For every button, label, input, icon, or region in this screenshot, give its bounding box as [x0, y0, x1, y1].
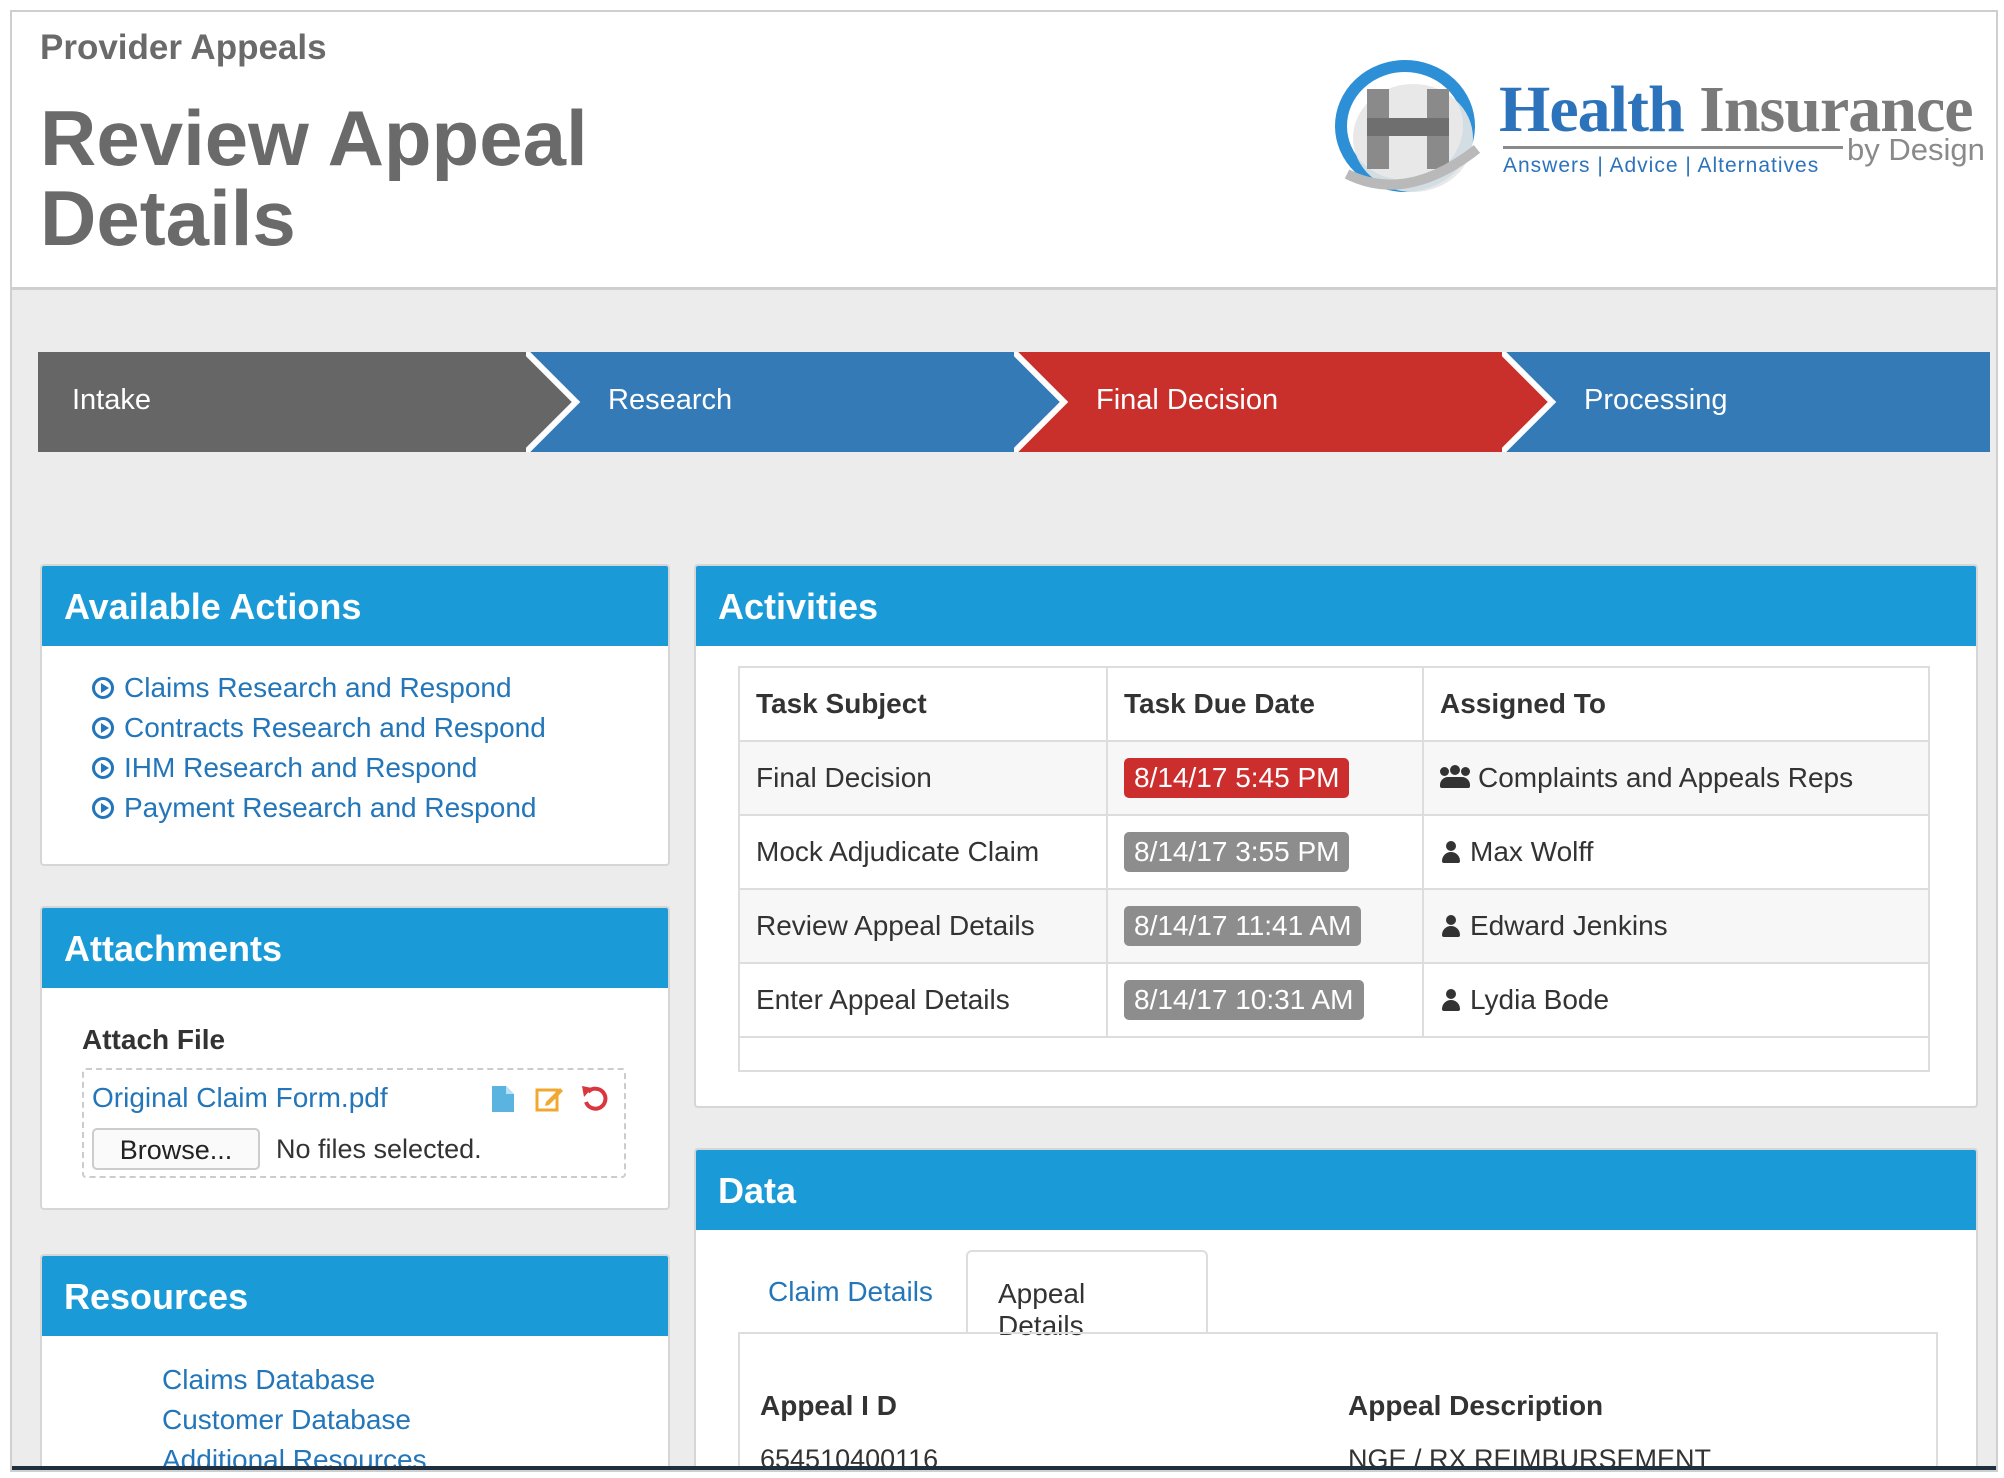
user-icon — [1440, 915, 1462, 937]
assigned-cell: Edward Jenkins — [1422, 888, 1930, 964]
play-circle-icon — [92, 677, 114, 699]
play-circle-icon — [92, 797, 114, 819]
step-shape-research — [526, 352, 1066, 452]
action-claims-research[interactable]: Claims Research and Respond — [92, 668, 546, 708]
column-header[interactable]: Task Subject — [738, 666, 1108, 742]
panel-title: Resources — [42, 1256, 668, 1336]
window-bottom-edge — [12, 1466, 1996, 1470]
attachments-panel: Attachments Attach File Original Claim F… — [40, 906, 670, 1210]
action-contracts-research[interactable]: Contracts Research and Respond — [92, 708, 546, 748]
step-processing[interactable]: Processing — [1502, 352, 1990, 452]
play-circle-icon — [92, 757, 114, 779]
attach-dropzone[interactable]: Original Claim Form.pdf Browse... No fil… — [82, 1068, 626, 1178]
resource-link-customer-database[interactable]: Customer Database — [162, 1400, 427, 1440]
due-date-badge: 8/14/17 10:31 AM — [1124, 980, 1364, 1020]
table-row[interactable]: Mock Adjudicate Claim 8/14/17 3:55 PM Ma… — [738, 814, 1930, 890]
browse-button[interactable]: Browse... — [92, 1128, 260, 1170]
assigned-cell: Lydia Bode — [1422, 962, 1930, 1038]
company-logo: Health Insurance by Design Answers | Adv… — [1327, 54, 1987, 204]
attach-file-label: Attach File — [82, 1024, 226, 1055]
page-title: Review Appeal Details — [40, 94, 588, 262]
task-due-cell: 8/14/17 3:55 PM — [1106, 814, 1424, 890]
assignee-name: Edward Jenkins — [1470, 910, 1668, 941]
edit-icon[interactable] — [534, 1084, 564, 1114]
assigned-cell: Complaints and Appeals Reps — [1422, 740, 1930, 816]
step-shape-final-decision — [1014, 352, 1554, 452]
undo-icon[interactable] — [580, 1084, 610, 1114]
task-subject[interactable]: Enter Appeal Details — [738, 962, 1108, 1038]
table-footer-cell — [738, 1036, 1930, 1072]
user-icon — [1440, 841, 1462, 863]
action-link[interactable]: IHM Research and Respond — [124, 752, 477, 784]
step-label: Processing — [1584, 384, 1728, 416]
column-header[interactable]: Task Due Date — [1106, 666, 1424, 742]
table-footer-row — [738, 1036, 1930, 1072]
page-header: Provider Appeals Review Appeal Details H… — [12, 12, 1996, 290]
file-icon[interactable] — [490, 1084, 516, 1114]
assigned-cell: Max Wolff — [1422, 814, 1930, 890]
panel-title: Available Actions — [42, 566, 668, 646]
users-icon — [1440, 765, 1470, 789]
assignee-name: Complaints and Appeals Reps — [1478, 762, 1854, 793]
action-link[interactable]: Payment Research and Respond — [124, 792, 536, 824]
assignee-name: Lydia Bode — [1470, 984, 1610, 1015]
action-link[interactable]: Claims Research and Respond — [124, 672, 512, 704]
action-payment-research[interactable]: Payment Research and Respond — [92, 788, 546, 828]
actions-list: Claims Research and Respond Contracts Re… — [92, 668, 546, 828]
available-actions-panel: Available Actions Claims Research and Re… — [40, 564, 670, 866]
task-subject[interactable]: Final Decision — [738, 740, 1108, 816]
step-shape-processing — [1502, 352, 1990, 452]
panel-title: Activities — [696, 566, 1976, 646]
task-subject[interactable]: Mock Adjudicate Claim — [738, 814, 1108, 890]
no-files-text: No files selected. — [276, 1134, 482, 1164]
task-subject[interactable]: Review Appeal Details — [738, 888, 1108, 964]
user-icon — [1440, 989, 1462, 1011]
table-row[interactable]: Final Decision 8/14/17 5:45 PM Complaint… — [738, 740, 1930, 816]
field-label-appeal-id: Appeal I D — [760, 1390, 897, 1421]
logo-byline: by Design — [1847, 132, 1985, 167]
field-label-appeal-description: Appeal Description — [1348, 1390, 1604, 1421]
task-due-cell: 8/14/17 10:31 AM — [1106, 962, 1424, 1038]
table-row[interactable]: Enter Appeal Details 8/14/17 10:31 AM Ly… — [738, 962, 1930, 1038]
assignee-name: Max Wolff — [1470, 836, 1594, 867]
column-header[interactable]: Assigned To — [1422, 666, 1930, 742]
tab-appeal-details[interactable]: Appeal Details — [966, 1250, 1208, 1341]
tab-claim-details[interactable]: Claim Details — [738, 1250, 963, 1334]
task-due-cell: 8/14/17 11:41 AM — [1106, 888, 1424, 964]
tab-content: Appeal I D 654510400116 Appeal Descripti… — [738, 1332, 1938, 1470]
action-ihm-research[interactable]: IHM Research and Respond — [92, 748, 546, 788]
step-intake[interactable]: Intake — [38, 352, 578, 452]
logo-word-health: Health — [1499, 73, 1685, 146]
due-date-badge: 8/14/17 5:45 PM — [1124, 758, 1350, 798]
task-due-cell: 8/14/17 5:45 PM — [1106, 740, 1424, 816]
app-frame: Provider Appeals Review Appeal Details H… — [10, 10, 1998, 1472]
breadcrumb: Provider Appeals — [40, 28, 327, 67]
step-final-decision[interactable]: Final Decision — [1014, 352, 1554, 452]
panel-title: Data — [696, 1150, 1976, 1230]
logo-tagline: Answers | Advice | Alternatives — [1503, 154, 1820, 177]
logo-rule — [1503, 146, 1843, 149]
table-row[interactable]: Review Appeal Details 8/14/17 11:41 AM E… — [738, 888, 1930, 964]
attached-file-link[interactable]: Original Claim Form.pdf — [92, 1082, 388, 1114]
logo-mark-icon — [1335, 60, 1481, 192]
process-steps: Intake Research Final Decision Processin… — [38, 352, 1990, 452]
resources-list: Claims Database Customer Database Additi… — [162, 1360, 427, 1470]
action-link[interactable]: Contracts Research and Respond — [124, 712, 546, 744]
step-label: Final Decision — [1096, 384, 1279, 416]
due-date-badge: 8/14/17 11:41 AM — [1124, 906, 1362, 946]
play-circle-icon — [92, 717, 114, 739]
data-tabs: Claim Details Appeal Details — [738, 1250, 1938, 1341]
resources-panel: Resources Claims Database Customer Datab… — [40, 1254, 670, 1470]
step-label: Research — [608, 384, 733, 416]
table-header-row: Task Subject Task Due Date Assigned To — [738, 666, 1930, 742]
activities-table: Task Subject Task Due Date Assigned To F… — [738, 666, 1930, 1072]
activities-panel: Activities Task Subject Task Due Date As… — [694, 564, 1978, 1108]
step-label: Intake — [72, 384, 151, 416]
step-research[interactable]: Research — [526, 352, 1066, 452]
panel-title: Attachments — [42, 908, 668, 988]
data-panel: Data Claim Details Appeal Details Appeal… — [694, 1148, 1978, 1470]
resource-link-claims-database[interactable]: Claims Database — [162, 1360, 427, 1400]
due-date-badge: 8/14/17 3:55 PM — [1124, 832, 1350, 872]
